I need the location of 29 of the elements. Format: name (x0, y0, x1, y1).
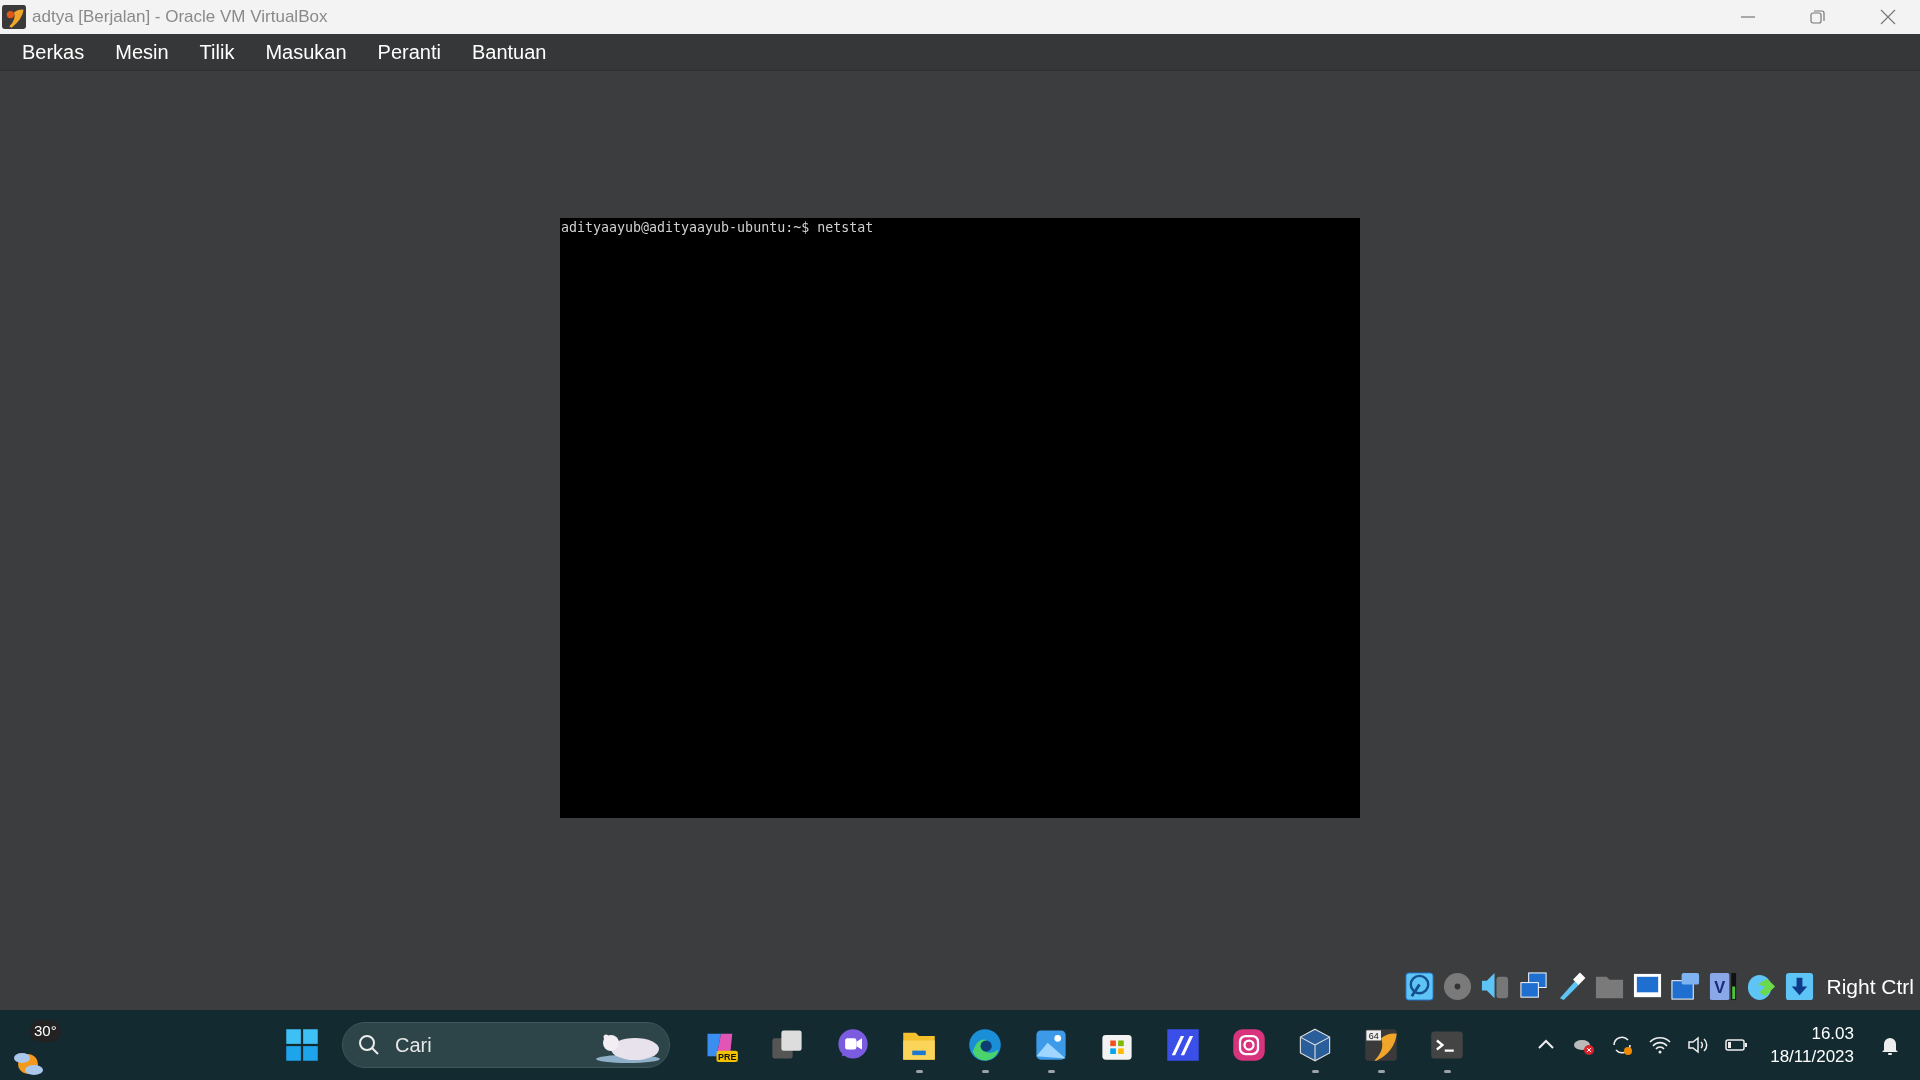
virtual-machine-icon[interactable]: 64 (1363, 1027, 1399, 1063)
browser-icon[interactable] (967, 1027, 1003, 1063)
terminal-line: adityaayub@adityaayub-ubuntu:~$ netstat (560, 220, 875, 236)
menu-item[interactable]: Mesin (101, 36, 183, 68)
search-icon (357, 1033, 381, 1057)
start-icon[interactable] (284, 1027, 320, 1063)
menu-item[interactable]: Masukan (251, 36, 361, 68)
clock-date[interactable]: 18/11/2023 (1770, 1045, 1854, 1068)
temperature-badge: 30° (30, 1020, 61, 1042)
menu-item[interactable]: Tilik (185, 36, 249, 68)
window-title: adtya [Berjalan] - Oracle VM VirtualBox (32, 7, 328, 27)
video-capture-icon[interactable] (1670, 971, 1702, 1002)
host-key-label: Right Ctrl (1826, 974, 1914, 999)
app-icon[interactable] (1165, 1027, 1201, 1063)
menu-item[interactable]: Peranti (363, 36, 455, 68)
cube-icon[interactable] (1297, 1027, 1333, 1063)
camera-app-icon[interactable] (1231, 1027, 1267, 1063)
clock-time[interactable]: 16.03 (1811, 1022, 1854, 1045)
menu-item[interactable]: Bantuan (457, 36, 561, 68)
download-icon[interactable] (1784, 971, 1816, 1002)
sync-icon[interactable] (1610, 1033, 1635, 1057)
disc-icon[interactable] (1442, 971, 1474, 1002)
search-input[interactable]: Cari (393, 1032, 577, 1058)
close-icon[interactable] (1878, 7, 1898, 27)
app-logo-icon (2, 5, 26, 29)
restore-icon[interactable] (1808, 7, 1828, 27)
menu-item[interactable]: Berkas (8, 36, 99, 68)
search-bar[interactable]: Cari (342, 1022, 670, 1068)
photos-icon[interactable] (1033, 1027, 1069, 1063)
